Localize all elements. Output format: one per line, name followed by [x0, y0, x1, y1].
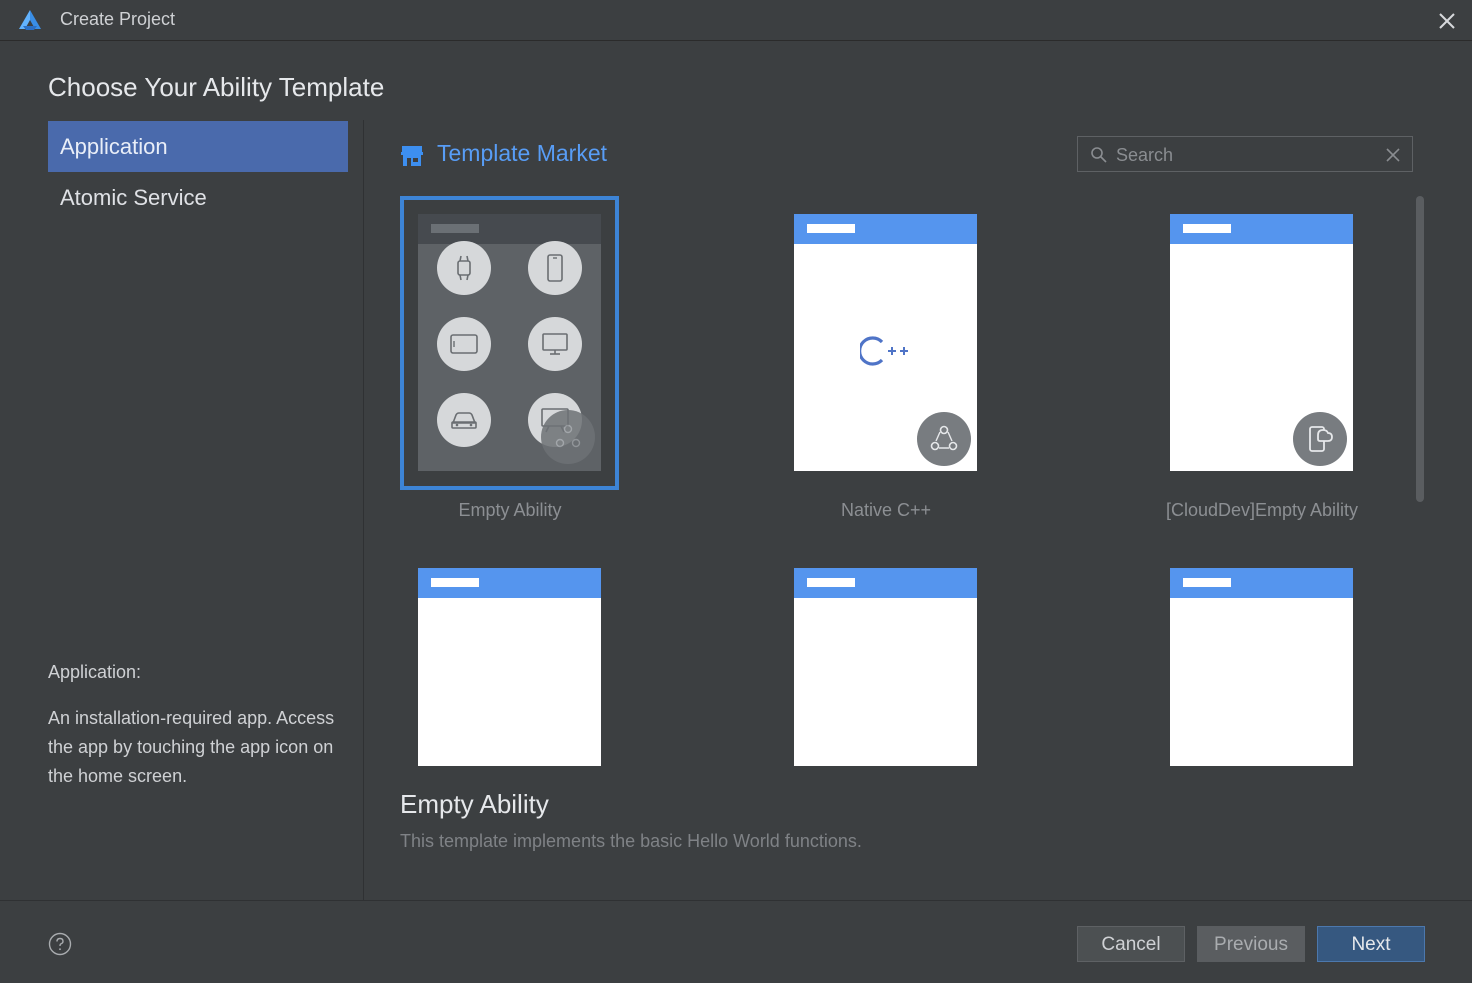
phone-icon — [528, 241, 582, 295]
close-icon[interactable] — [1434, 8, 1460, 34]
page-heading: Choose Your Ability Template — [48, 72, 385, 102]
cloud-device-icon — [1293, 412, 1347, 466]
footer-divider — [0, 900, 1472, 901]
watch-icon — [437, 241, 491, 295]
template-list-scrollbar[interactable] — [1416, 196, 1424, 502]
hub-icon — [917, 412, 971, 466]
sidebar-item-atomic-service[interactable]: Atomic Service — [48, 172, 348, 223]
tablet-icon — [437, 317, 491, 371]
cpp-logo-icon — [860, 336, 908, 366]
template-card-native-cpp[interactable]: Native C++ — [776, 196, 996, 526]
selected-template-description: This template implements the basic Hello… — [400, 831, 862, 851]
template-thumbnail — [794, 214, 977, 471]
window-title: Create Project — [60, 9, 176, 29]
cancel-button[interactable]: Cancel — [1077, 926, 1185, 962]
category-description-body: An installation-required app. Access the… — [48, 708, 335, 786]
template-card[interactable] — [1152, 550, 1372, 766]
store-icon — [401, 146, 423, 166]
selected-template-title: Empty Ability — [400, 789, 549, 819]
title-bar: Create Project — [0, 0, 1472, 41]
help-icon[interactable] — [48, 932, 72, 956]
car-icon — [437, 393, 491, 447]
category-description-title: Application: — [48, 662, 142, 682]
monitor-icon — [528, 317, 582, 371]
template-card-empty-ability[interactable]: Empty Ability — [400, 196, 620, 526]
template-card[interactable] — [400, 550, 620, 766]
devices-badge-icon — [541, 410, 595, 464]
template-thumbnail — [794, 568, 977, 766]
template-card-clouddev-empty-ability[interactable]: [CloudDev]Empty Ability — [1152, 196, 1372, 526]
template-thumbnail — [418, 568, 601, 766]
next-button[interactable]: Next — [1317, 926, 1425, 962]
template-market-label: Template Market — [437, 140, 608, 166]
previous-button[interactable]: Previous — [1197, 926, 1305, 962]
template-card-label: [CloudDev]Empty Ability — [1165, 500, 1359, 520]
template-card-label: Empty Ability — [458, 500, 562, 520]
clear-search-icon[interactable] — [1384, 146, 1402, 164]
template-thumbnail — [1170, 214, 1353, 471]
sidebar-item-application[interactable]: Application — [48, 121, 348, 172]
template-search-box — [1077, 136, 1413, 173]
deveco-logo-icon — [19, 10, 41, 30]
template-thumbnail — [1170, 568, 1353, 766]
search-input[interactable] — [1114, 137, 1378, 173]
template-card-label: Native C++ — [840, 500, 932, 520]
search-icon — [1091, 147, 1107, 163]
template-card[interactable] — [776, 550, 996, 766]
template-thumbnail — [418, 214, 601, 471]
